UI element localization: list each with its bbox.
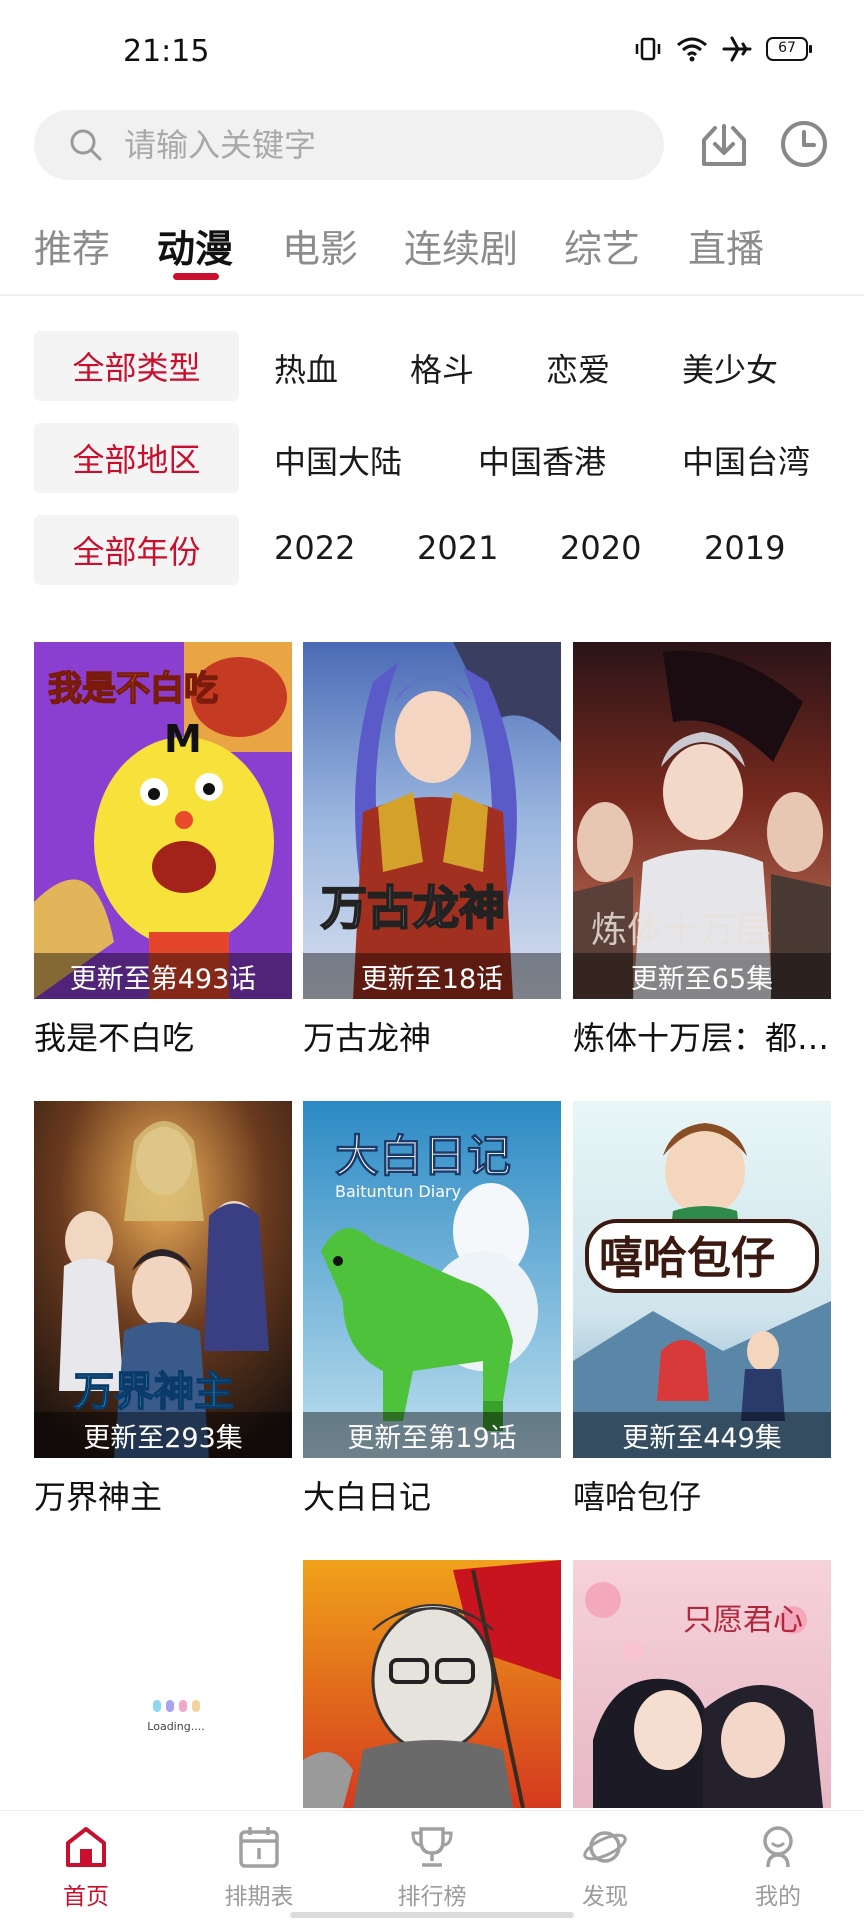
profile-icon xyxy=(763,1826,793,1868)
loading-dots xyxy=(136,1700,216,1712)
loading-text: Loading.... xyxy=(147,1720,205,1733)
poster-title-text: 嘻哈包仔 xyxy=(599,1233,775,1284)
divider xyxy=(0,294,864,296)
card-title: 嘻哈包仔 xyxy=(573,1478,702,1516)
filter-region-option[interactable]: 中国台湾 xyxy=(682,437,810,483)
tab-recommend[interactable]: 推荐 xyxy=(34,218,110,273)
tab-variety[interactable]: 综艺 xyxy=(564,218,640,273)
search-icon xyxy=(70,129,102,161)
home-indicator[interactable] xyxy=(290,1912,574,1918)
card-title: 万古龙神 xyxy=(303,1019,432,1057)
search-input[interactable] xyxy=(124,126,604,164)
card-title: 大白日记 xyxy=(303,1478,432,1516)
calendar-icon xyxy=(239,1827,279,1868)
card-title: 万界神主 xyxy=(34,1478,163,1516)
nav-label: 排行榜 xyxy=(397,1884,467,1910)
filter-type-all[interactable]: 全部类型 xyxy=(34,331,239,401)
planet-icon xyxy=(583,1831,627,1863)
nav-discover[interactable]: 发现 xyxy=(555,1823,655,1911)
filter-row-type: 全部类型 热血 格斗 恋爱 美少女 xyxy=(34,331,834,401)
filter-row-region: 全部地区 中国大陆 中国香港 中国台湾 xyxy=(34,423,834,493)
svg-text:M: M xyxy=(164,717,202,761)
episode-badge: 更新至第493话 xyxy=(34,953,292,999)
filter-region-option[interactable]: 中国香港 xyxy=(478,437,606,483)
poster-image[interactable]: 只愿君心 xyxy=(573,1560,831,1808)
history-icon[interactable] xyxy=(778,118,830,170)
poster-image: 万古龙神 更新至18话 xyxy=(303,642,561,999)
vibrate-icon xyxy=(635,37,661,61)
anime-card[interactable]: 大白日记 Baituntun Diary 更新至第19话 大白日记 xyxy=(303,1101,561,1518)
status-time: 21:15 xyxy=(123,34,210,69)
nav-label: 发现 xyxy=(582,1884,628,1910)
loading-indicator: Loading.... xyxy=(136,1700,216,1733)
anime-card[interactable]: 炼体十万层 更新至65集 炼体十万层：都… xyxy=(573,642,831,1059)
poster-title-text: 我是不白吃 xyxy=(48,669,218,709)
episode-badge: 更新至18话 xyxy=(303,953,561,999)
card-title: 炼体十万层：都… xyxy=(573,1019,830,1057)
nav-label: 排期表 xyxy=(224,1884,294,1910)
filter-type-option[interactable]: 热血 xyxy=(274,345,338,391)
filter-region-all[interactable]: 全部地区 xyxy=(34,423,239,493)
battery-icon: 67 xyxy=(766,37,812,61)
poster-image: 大白日记 Baituntun Diary 更新至第19话 xyxy=(303,1101,561,1458)
airplane-icon xyxy=(722,36,752,62)
nav-home[interactable]: 首页 xyxy=(36,1823,136,1911)
filter-region-option[interactable]: 中国大陆 xyxy=(274,437,402,483)
anime-card[interactable]: 嘻哈包仔 更新至449集 嘻哈包仔 xyxy=(573,1101,831,1518)
episode-badge: 更新至293集 xyxy=(34,1412,292,1458)
episode-badge: 更新至第19话 xyxy=(303,1412,561,1458)
svg-text:Baituntun Diary: Baituntun Diary xyxy=(335,1182,461,1201)
filter-type-option[interactable]: 格斗 xyxy=(410,345,474,391)
home-icon xyxy=(66,1827,106,1867)
filter-type-option[interactable]: 美少女 xyxy=(682,345,778,391)
nav-schedule[interactable]: 排期表 xyxy=(209,1823,309,1911)
nav-label: 首页 xyxy=(63,1884,109,1910)
trophy-icon xyxy=(411,1827,453,1867)
poster-title-text: 万界神主 xyxy=(74,1369,234,1415)
bottom-nav: 首页 排期表 排行榜 发现 我的 xyxy=(0,1810,864,1920)
status-bar: 21:15 67 xyxy=(0,0,864,100)
poster-image: M 我是不白吃 更新至第493话 xyxy=(34,642,292,999)
card-title: 我是不白吃 xyxy=(34,1019,195,1057)
anime-card[interactable]: 万古龙神 更新至18话 万古龙神 xyxy=(303,642,561,1059)
poster-image: 炼体十万层 更新至65集 xyxy=(573,642,831,999)
filter-year-all[interactable]: 全部年份 xyxy=(34,515,239,585)
poster-title-text: 大白日记 xyxy=(335,1131,511,1182)
filter-year-option[interactable]: 2020 xyxy=(560,529,641,567)
poster-image: 嘻哈包仔 更新至449集 xyxy=(573,1101,831,1458)
svg-text:只愿君心: 只愿君心 xyxy=(683,1603,803,1638)
poster-image[interactable] xyxy=(303,1560,561,1808)
nav-label: 我的 xyxy=(755,1884,801,1910)
filter-type-option[interactable]: 恋爱 xyxy=(546,345,610,391)
active-tab-indicator xyxy=(173,273,219,280)
nav-ranking[interactable]: 排行榜 xyxy=(382,1823,482,1911)
filter-row-year: 全部年份 2022 2021 2020 2019 xyxy=(34,515,834,585)
episode-badge: 更新至449集 xyxy=(573,1412,831,1458)
download-icon[interactable] xyxy=(698,118,750,170)
tab-series[interactable]: 连续剧 xyxy=(404,218,518,273)
nav-profile[interactable]: 我的 xyxy=(728,1823,828,1911)
status-icons: 67 xyxy=(634,36,812,62)
search-bar[interactable] xyxy=(34,110,664,180)
anime-card[interactable]: 万界神主 更新至293集 万界神主 xyxy=(34,1101,292,1518)
wifi-icon xyxy=(677,37,707,62)
tab-anime[interactable]: 动漫 xyxy=(157,218,233,273)
filter-year-option[interactable]: 2022 xyxy=(274,529,355,567)
poster-image: 万界神主 更新至293集 xyxy=(34,1101,292,1458)
poster-title-text: 炼体十万层 xyxy=(591,910,771,951)
poster-title-text: 万古龙神 xyxy=(321,881,505,935)
filter-year-option[interactable]: 2019 xyxy=(704,529,785,567)
anime-card[interactable]: M 我是不白吃 更新至第493话 我是不白吃 xyxy=(34,642,292,1059)
tab-live[interactable]: 直播 xyxy=(688,218,764,273)
category-tabs: 推荐 动漫 电影 连续剧 综艺 直播 xyxy=(0,210,864,295)
episode-badge: 更新至65集 xyxy=(573,953,831,999)
tab-movie[interactable]: 电影 xyxy=(282,218,358,273)
filter-year-option[interactable]: 2021 xyxy=(417,529,498,567)
